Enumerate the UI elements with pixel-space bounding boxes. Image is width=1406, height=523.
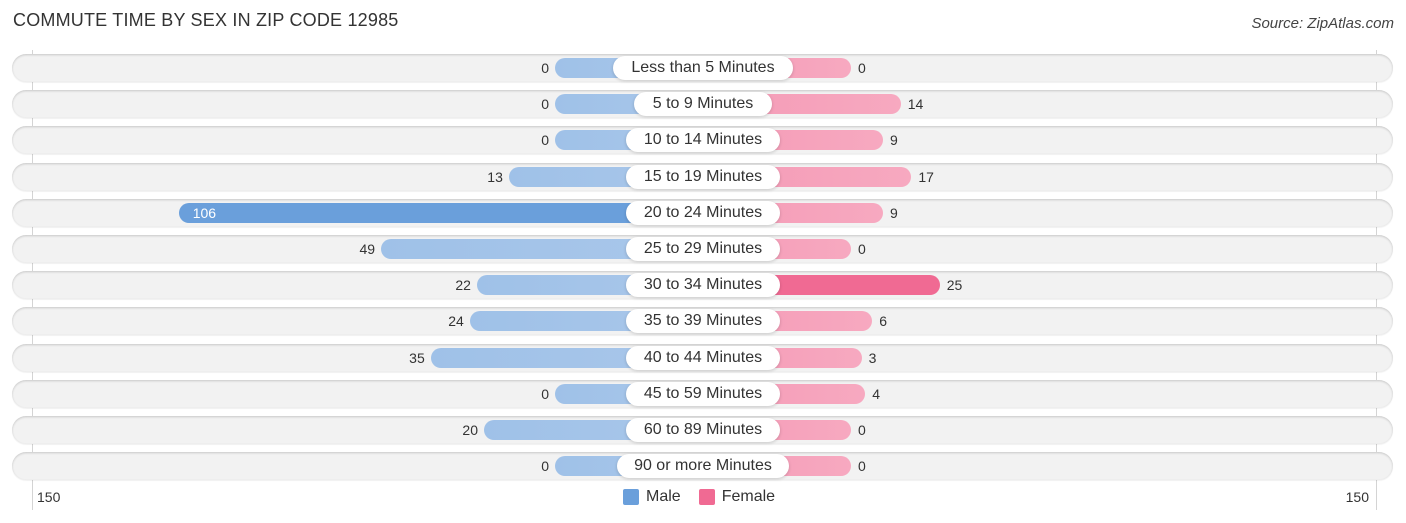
value-label-male: 0 — [541, 96, 549, 113]
value-label-female: 0 — [858, 458, 866, 475]
category-label: 20 to 24 Minutes — [625, 200, 781, 225]
legend-item-male[interactable]: Male — [623, 488, 681, 506]
value-label-female: 0 — [858, 241, 866, 257]
value-label-female: 17 — [918, 168, 934, 185]
value-label-male: 0 — [541, 132, 549, 149]
chart-row: Less than 5 Minutes 0 0 — [12, 54, 1393, 82]
value-label-male: 0 — [541, 60, 549, 76]
axis-tick-left: 150 — [37, 489, 61, 505]
chart-row: 25 to 29 Minutes 49 0 — [12, 235, 1393, 263]
legend-label-female: Female — [721, 488, 776, 505]
value-label-female: 0 — [858, 60, 866, 76]
value-label-male: 22 — [455, 277, 471, 294]
bar-male[interactable] — [178, 202, 703, 223]
value-label-male: 0 — [541, 385, 549, 402]
value-label-male: 0 — [541, 458, 549, 475]
chart-row: 40 to 44 Minutes 35 3 — [12, 343, 1393, 372]
chart-row: 15 to 19 Minutes 13 17 — [12, 162, 1393, 191]
category-label: 25 to 29 Minutes — [625, 237, 781, 261]
chart-row: 20 to 24 Minutes 106 9 — [12, 198, 1393, 227]
chart-row: 90 or more Minutes 0 0 — [12, 452, 1393, 481]
legend-label-male: Male — [646, 488, 681, 505]
value-label-male: 20 — [462, 422, 478, 438]
value-label-male: 49 — [359, 241, 376, 257]
value-label-female: 4 — [872, 385, 880, 402]
value-label-female: 25 — [946, 277, 963, 294]
legend-item-female[interactable]: Female — [698, 488, 776, 506]
legend-swatch-male — [623, 489, 639, 505]
category-label: 40 to 44 Minutes — [625, 345, 781, 370]
category-label: 90 or more Minutes — [617, 454, 789, 479]
category-label: Less than 5 Minutes — [613, 56, 793, 80]
value-label-male: 106 — [192, 204, 217, 221]
value-label-male: 24 — [448, 313, 464, 330]
legend-swatch-female — [698, 489, 715, 505]
category-label: 35 to 39 Minutes — [625, 309, 781, 334]
legend: Male Female — [623, 488, 793, 506]
category-label: 45 to 59 Minutes — [625, 381, 781, 406]
category-label: 60 to 89 Minutes — [625, 418, 781, 442]
value-label-female: 0 — [858, 422, 866, 438]
category-label: 10 to 14 Minutes — [625, 128, 781, 153]
value-label-female: 3 — [868, 349, 877, 366]
category-label: 5 to 9 Minutes — [634, 92, 772, 117]
category-label: 30 to 34 Minutes — [625, 273, 781, 298]
category-label: 15 to 19 Minutes — [625, 164, 781, 189]
chart-row: 5 to 9 Minutes 0 14 — [12, 90, 1393, 119]
value-label-female: 6 — [879, 313, 888, 330]
chart-row: 45 to 59 Minutes 0 4 — [12, 379, 1393, 408]
value-label-male: 13 — [487, 168, 503, 185]
value-label-female: 9 — [889, 204, 898, 221]
chart-row: 35 to 39 Minutes 24 6 — [12, 307, 1393, 336]
chart-row: 60 to 89 Minutes 20 0 — [12, 416, 1393, 444]
source-label: Source: ZipAtlas.com — [1251, 15, 1394, 32]
value-label-female: 14 — [907, 96, 924, 113]
value-label-male: 35 — [409, 349, 425, 366]
chart-row: 10 to 14 Minutes 0 9 — [12, 126, 1393, 155]
chart-row: 30 to 34 Minutes 22 25 — [12, 271, 1393, 300]
value-label-female: 9 — [889, 132, 898, 149]
axis-tick-right: 150 — [1345, 489, 1369, 505]
chart-title: COMMUTE TIME BY SEX IN ZIP CODE 12985 — [13, 10, 399, 30]
